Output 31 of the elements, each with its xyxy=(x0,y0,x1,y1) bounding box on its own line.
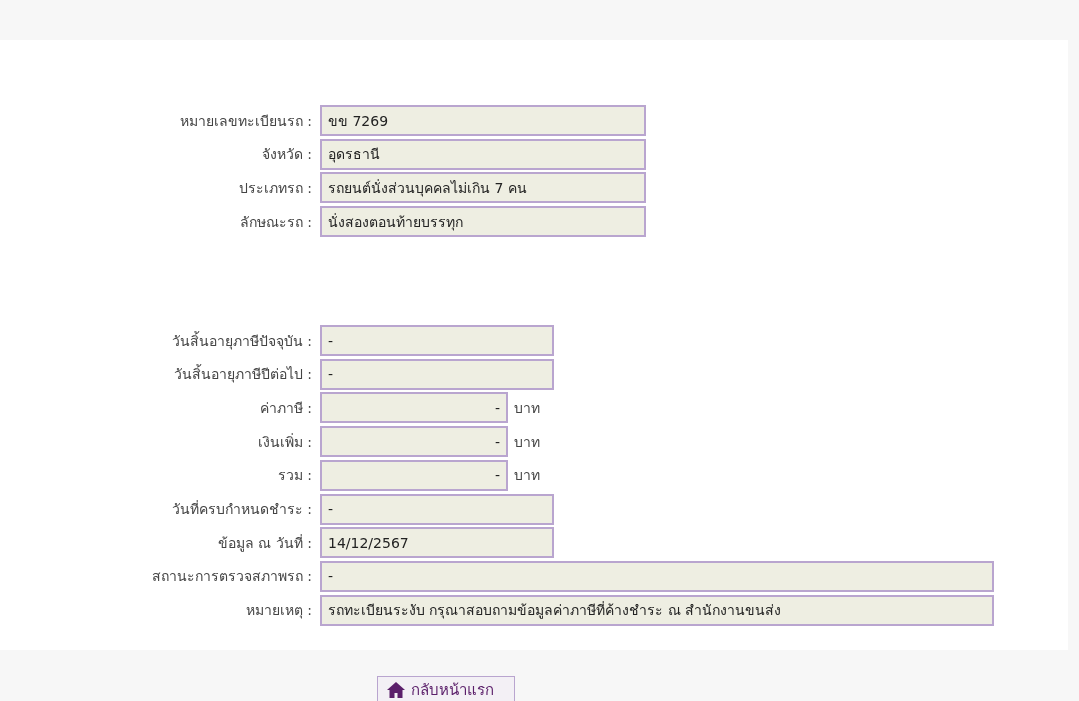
unit-label: บาท xyxy=(514,398,540,418)
value-field: นั่งสองตอนท้ายบรรทุก xyxy=(320,206,646,238)
value-field: อุดรธานี xyxy=(320,138,646,170)
value-field: รถทะเบียนระงับ กรุณาสอบถามข้อมูลค่าภาษีที่ค้างชำระ ณ สำนักงานขนส่ง xyxy=(320,594,994,626)
field-label: ค่าภาษี : xyxy=(258,398,313,418)
field-label: รวม : xyxy=(276,466,313,486)
value-field: - xyxy=(320,358,554,390)
value-field: - xyxy=(320,560,994,592)
field-label: ข้อมูล ณ วันที่ : xyxy=(216,533,313,554)
field-label: หมายเลขทะเบียนรถ : xyxy=(178,111,313,131)
unit-label: บาท xyxy=(514,466,540,486)
value-field: - xyxy=(320,459,508,491)
value-field: ขข 7269 xyxy=(320,105,646,136)
field-label: หมายเหตุ : xyxy=(244,601,313,621)
field-label: วันสิ้นอายุภาษีปัจจุบัน : xyxy=(170,330,313,352)
value-field: - xyxy=(320,392,508,424)
value-field: 14/12/2567 xyxy=(320,527,554,559)
field-label: ลักษณะรถ : xyxy=(238,212,313,232)
field-label: จังหวัด : xyxy=(260,145,313,165)
home-icon xyxy=(387,682,405,699)
value-field: รถยนต์นั่งส่วนบุคคลไม่เกิน 7 คน xyxy=(320,172,646,204)
field-label: วันที่ครบกำหนดชำระ : xyxy=(170,499,313,519)
value-field: - xyxy=(320,493,554,525)
field-label: วันสิ้นอายุภาษีปีต่อไป : xyxy=(172,363,313,385)
unit-label: บาท xyxy=(514,432,540,452)
field-label: สถานะการตรวจสภาพรถ : xyxy=(150,567,313,587)
value-field: - xyxy=(320,426,508,458)
field-label: เงินเพิ่ม : xyxy=(256,432,313,452)
field-label: ประเภทรถ : xyxy=(237,178,313,198)
home-button[interactable]: กลับหน้าแรก xyxy=(377,676,515,701)
value-field: - xyxy=(320,325,554,357)
